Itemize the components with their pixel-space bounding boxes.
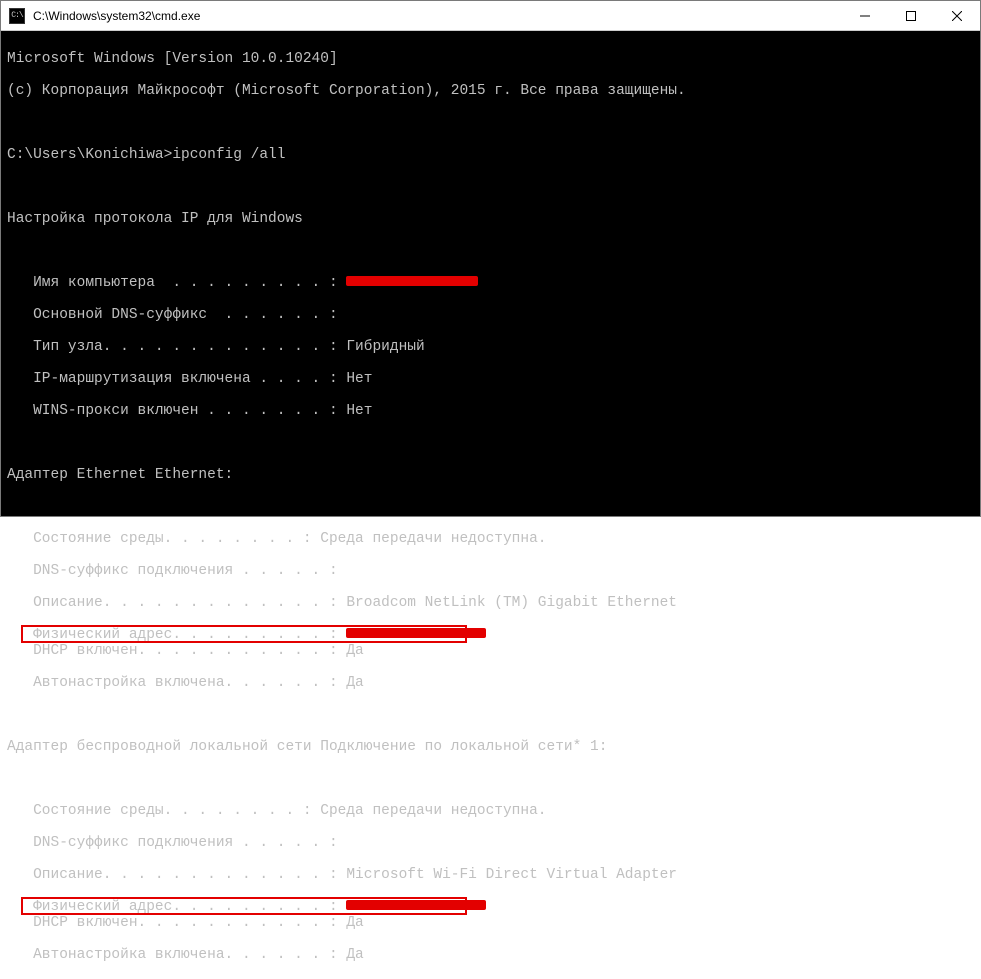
adapter1-dns: DNS-суффикс подключения . . . . . : xyxy=(7,563,974,579)
host-nodetype-line: Тип узла. . . . . . . . . . . . . : Гибр… xyxy=(7,339,974,355)
adapter2-mac-line: Физический адрес. . . . . . . . . : xyxy=(7,899,486,915)
redacted-hostname xyxy=(346,276,478,286)
close-button[interactable] xyxy=(934,1,980,30)
adapter1-mac-line: Физический адрес. . . . . . . . . : xyxy=(7,627,486,643)
minimize-button[interactable] xyxy=(842,1,888,30)
redacted-mac-1 xyxy=(346,628,486,638)
adapter1-dhcp: DHCP включен. . . . . . . . . . . : Да xyxy=(7,643,974,659)
host-iprouting-line: IP-маршрутизация включена . . . . : Нет xyxy=(7,371,974,387)
adapter1-media: Состояние среды. . . . . . . . : Среда п… xyxy=(7,531,974,547)
terminal-output[interactable]: Microsoft Windows [Version 10.0.10240] (… xyxy=(1,31,980,516)
adapter1-autoconf: Автонастройка включена. . . . . . : Да xyxy=(7,675,974,691)
cmd-icon-label: C:\ xyxy=(11,11,22,20)
window-title: C:\Windows\system32\cmd.exe xyxy=(31,9,842,23)
window-titlebar: C:\ C:\Windows\system32\cmd.exe xyxy=(1,1,980,31)
adapter2-autoconf: Автонастройка включена. . . . . . : Да xyxy=(7,947,974,963)
adapter2-desc: Описание. . . . . . . . . . . . . : Micr… xyxy=(7,867,974,883)
host-dns-line: Основной DNS-суффикс . . . . . . : xyxy=(7,307,974,323)
prompt-line: C:\Users\Konichiwa>ipconfig /all xyxy=(7,147,974,163)
host-name-line: Имя компьютера . . . . . . . . . : xyxy=(7,275,974,291)
window-controls xyxy=(842,1,980,30)
version-line: Microsoft Windows [Version 10.0.10240] xyxy=(7,51,974,67)
adapter1-desc: Описание. . . . . . . . . . . . . : Broa… xyxy=(7,595,974,611)
copyright-line: (c) Корпорация Майкрософт (Microsoft Cor… xyxy=(7,83,974,99)
adapter1-title: Адаптер Ethernet Ethernet: xyxy=(7,467,974,483)
maximize-button[interactable] xyxy=(888,1,934,30)
adapter2-title: Адаптер беспроводной локальной сети Подк… xyxy=(7,739,974,755)
adapter2-dns: DNS-суффикс подключения . . . . . : xyxy=(7,835,974,851)
adapter2-dhcp: DHCP включен. . . . . . . . . . . : Да xyxy=(7,915,974,931)
cmd-icon: C:\ xyxy=(9,8,25,24)
host-winsproxy-line: WINS-прокси включен . . . . . . . : Нет xyxy=(7,403,974,419)
redacted-mac-2 xyxy=(346,900,486,910)
section-title: Настройка протокола IP для Windows xyxy=(7,211,974,227)
adapter2-media: Состояние среды. . . . . . . . : Среда п… xyxy=(7,803,974,819)
